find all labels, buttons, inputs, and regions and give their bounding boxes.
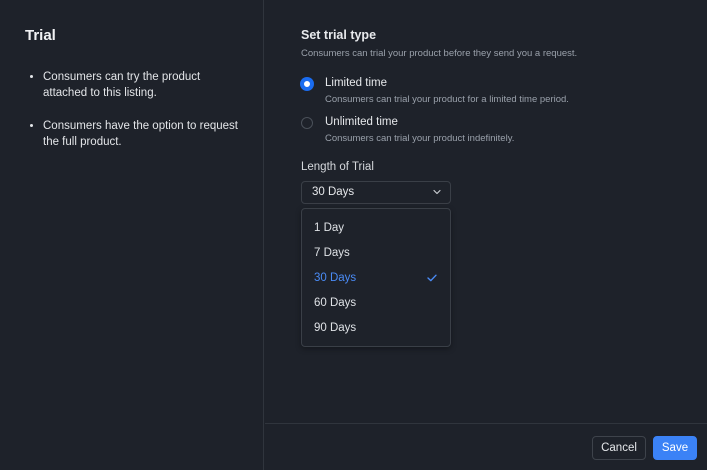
- trial-type-description: Consumers can trial your product before …: [301, 48, 578, 59]
- main-panel: Set trial type Consumers can trial your …: [265, 0, 707, 470]
- sidebar-bullet-list: Consumers can try the product attached t…: [25, 69, 245, 167]
- radio-description: Consumers can trial your product indefin…: [325, 133, 515, 144]
- length-of-trial-label: Length of Trial: [301, 161, 374, 173]
- check-icon: [427, 274, 437, 282]
- sidebar: Trial Consumers can try the product atta…: [0, 0, 264, 470]
- radio-button-unselected-icon[interactable]: [301, 117, 313, 129]
- dropdown-option[interactable]: 7 Days: [303, 242, 449, 264]
- length-of-trial-select[interactable]: 30 Days: [301, 181, 451, 204]
- radio-label: Limited time: [325, 77, 387, 89]
- option-label: 7 Days: [314, 247, 350, 259]
- option-label: 1 Day: [314, 222, 345, 234]
- sidebar-title: Trial: [25, 27, 56, 44]
- sidebar-bullet: Consumers can try the product attached t…: [25, 69, 245, 101]
- dropdown-option-selected[interactable]: 30 Days: [303, 267, 449, 289]
- dropdown-option[interactable]: 1 Day: [303, 217, 449, 239]
- save-button[interactable]: Save: [653, 436, 697, 460]
- radio-button-selected-icon[interactable]: [301, 78, 313, 90]
- dropdown-option[interactable]: 90 Days: [303, 317, 449, 339]
- option-label: 60 Days: [314, 297, 357, 309]
- radio-description: Consumers can trial your product for a l…: [325, 94, 569, 105]
- sidebar-bullet: Consumers have the option to request the…: [25, 118, 245, 150]
- select-value: 30 Days: [312, 186, 355, 198]
- footer-bar: Cancel Save: [265, 423, 707, 470]
- cancel-button[interactable]: Cancel: [592, 436, 646, 460]
- option-label: 30 Days: [314, 272, 357, 284]
- chevron-down-icon: [433, 189, 441, 195]
- radio-label: Unlimited time: [325, 116, 398, 128]
- dropdown-option[interactable]: 60 Days: [303, 292, 449, 314]
- length-dropdown-menu: 1 Day 7 Days 30 Days 60 Days 90 Days: [301, 208, 451, 347]
- trial-type-title: Set trial type: [301, 28, 377, 42]
- option-label: 90 Days: [314, 322, 357, 334]
